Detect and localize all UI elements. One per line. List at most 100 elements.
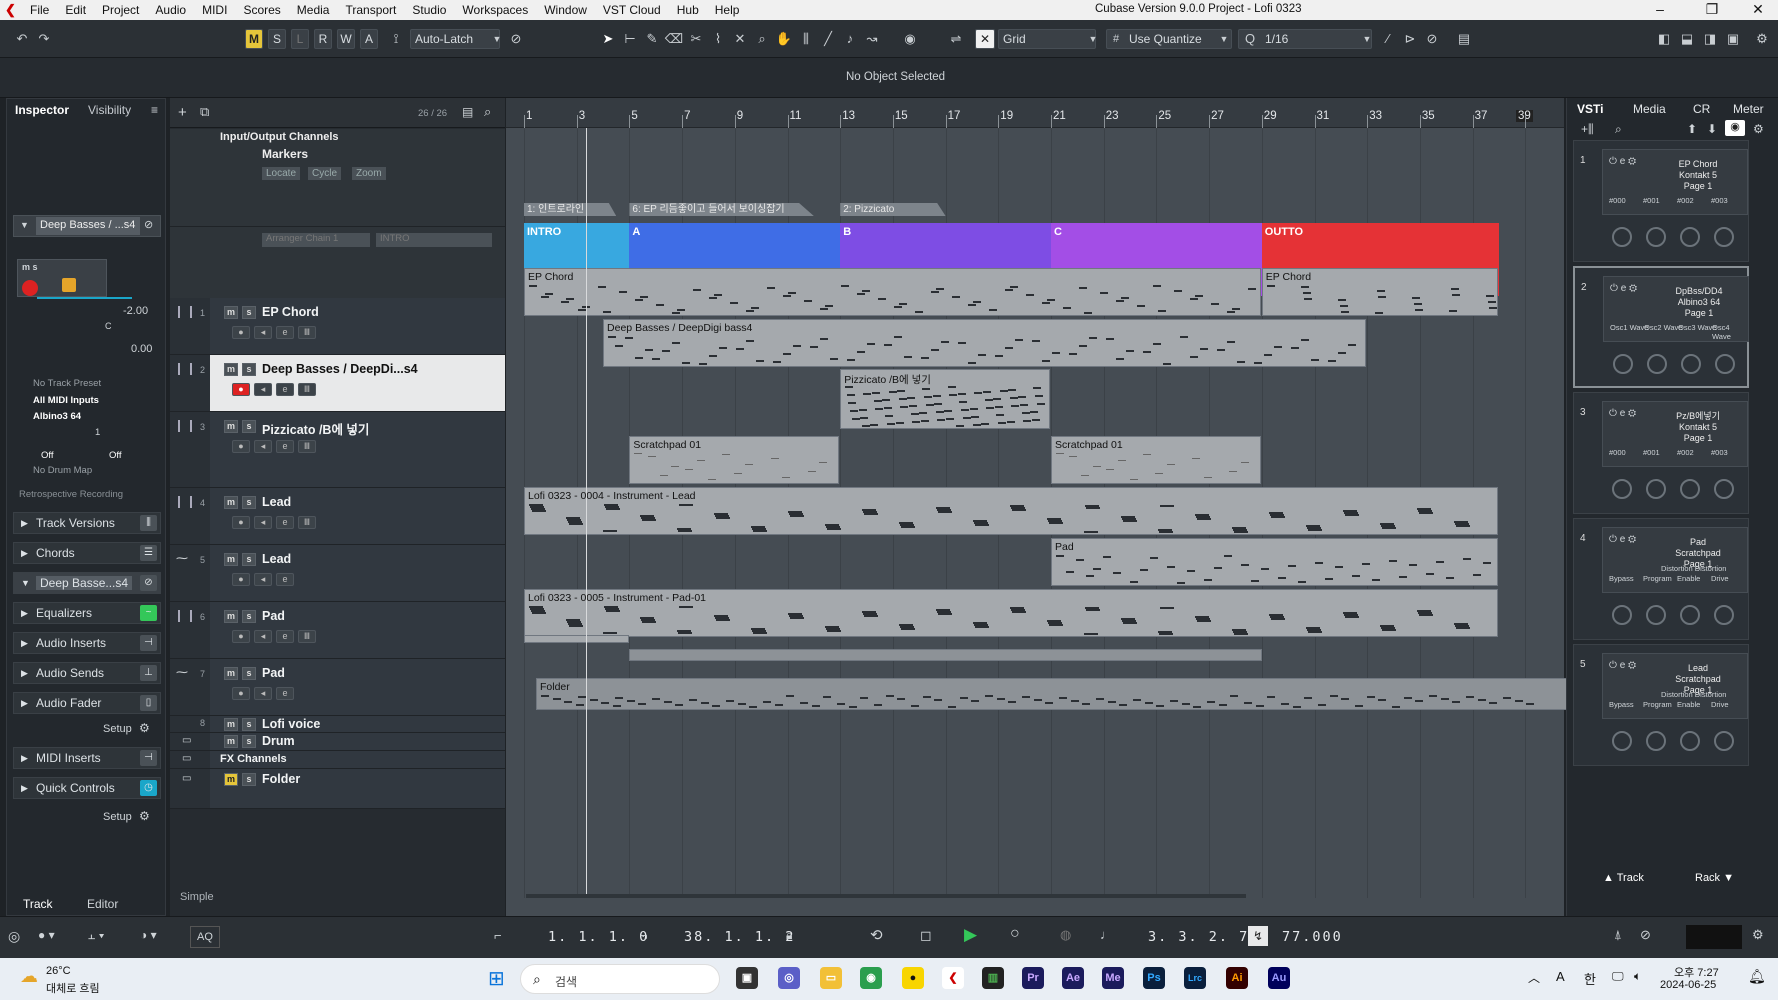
illustrator-icon[interactable]: Ai [1226, 967, 1248, 989]
drum-map[interactable]: No Drum Map [33, 465, 92, 476]
language-indicator[interactable]: 한 [1584, 969, 1596, 988]
search-icon[interactable]: ⌕ [484, 104, 491, 120]
tab-meter[interactable]: Meter [1733, 102, 1764, 116]
monitor-button[interactable] [62, 278, 76, 292]
menu-scores[interactable]: Scores [235, 3, 288, 17]
track-folder[interactable]: ▭ ms Folder [170, 769, 505, 809]
mute-button[interactable]: m s [22, 262, 38, 272]
tab-cr[interactable]: CR [1693, 102, 1710, 116]
cycle-icon[interactable]: ⟲ [870, 926, 883, 944]
menu-file[interactable]: File [22, 3, 57, 17]
track-drum-folder[interactable]: ▭ ms Drum [170, 733, 505, 751]
quick-control-knob[interactable] [1612, 479, 1632, 499]
record-mode-icon[interactable]: ● ▾ [38, 928, 55, 942]
quick-control-knob[interactable] [1613, 354, 1633, 374]
punch-icon[interactable]: ◑ ▾ [140, 928, 157, 942]
power-icon[interactable]: ⏻ e ⚙ [1610, 283, 1637, 294]
link-icon[interactable]: ⊘ [506, 29, 526, 49]
gear-icon[interactable]: ⚙ [1752, 29, 1772, 49]
read-button[interactable]: R [314, 29, 332, 49]
left-locator-icon[interactable]: ⌐ [494, 928, 502, 943]
zoom-tool-icon[interactable]: ⌕ [752, 29, 772, 49]
close-icon[interactable]: ✕ [1738, 1, 1778, 18]
menu-project[interactable]: Project [94, 3, 147, 17]
notification-icon[interactable]: 🔔︎ [1748, 968, 1766, 985]
auto-scroll-icon[interactable]: ⇌ [946, 29, 966, 49]
tuner-icon[interactable]: ⍋ [1614, 927, 1622, 943]
edit-button[interactable]: e [276, 630, 294, 643]
instrument-button[interactable]: Ⅲ [298, 440, 316, 453]
track-name[interactable]: Lofi voice [262, 717, 320, 731]
instrument-panel[interactable]: ⏻ e ⚙ Lead Scratchpad Page 1 Distortion Di… [1602, 653, 1748, 719]
tempo-track-icon[interactable]: ↯ [1248, 926, 1268, 946]
instrument-button[interactable]: Ⅲ [298, 326, 316, 339]
arranger-chain-select[interactable]: Arranger Chain 1 [262, 233, 370, 247]
pointer-tool-icon[interactable]: ➤ [598, 29, 618, 49]
edit-button[interactable]: e [276, 687, 294, 700]
edit-button[interactable]: e [276, 573, 294, 586]
lock-icon[interactable]: 🔒︎ [786, 928, 792, 943]
instrument-slot-2[interactable]: 2 ⏻ e ⚙ DpBss/DD4 Albino3 64 Page 1 Osc1 Wa… [1573, 266, 1749, 388]
chevron-up-icon[interactable]: ︿ [1528, 969, 1540, 986]
audition-icon[interactable]: Au [1268, 967, 1290, 989]
menu-vst-cloud[interactable]: VST Cloud [595, 3, 669, 17]
menu-icon[interactable]: ≡ [151, 103, 158, 117]
menu-edit[interactable]: Edit [57, 3, 94, 17]
record-enable-button[interactable] [22, 280, 38, 296]
quick-control-knob[interactable] [1714, 731, 1734, 751]
instrument-panel[interactable]: ⏻ e ⚙ Pad Scratchpad Page 1 Distortion Dis… [1602, 527, 1748, 593]
gear-icon[interactable]: ⚙ [1752, 927, 1764, 943]
track-lead-instrument[interactable]: 4 ms Lead ● ◂ e Ⅲ [170, 488, 505, 545]
retrospective-recording[interactable]: Retrospective Recording [19, 489, 123, 500]
part-lead2[interactable]: Scratchpad 01 [1051, 436, 1261, 484]
track-name[interactable]: Folder [262, 772, 300, 786]
marker-event[interactable]: 1: 인트로라인 [524, 203, 617, 216]
play-icon[interactable]: ▶ [964, 925, 977, 945]
left-locator-value[interactable]: 1. 1. 1. 0 [548, 929, 649, 945]
midi-input[interactable]: All MIDI Inputs [33, 395, 99, 406]
tab-visibility[interactable]: Visibility [88, 103, 131, 117]
instrument-slot-1[interactable]: 1 ⏻ e ⚙ EP Chord Kontakt 5 Page 1 #000 #001 #… [1573, 140, 1749, 262]
power-icon[interactable]: ⏻ e ⚙ [1609, 660, 1636, 671]
right-locator-value[interactable]: 38. 1. 1. 2 [684, 929, 795, 945]
track-pizzicato[interactable]: 3 ms Pizzicato /B에 넣기 ● ◂ e Ⅲ [170, 412, 505, 488]
up-icon[interactable]: ⬆ [1687, 122, 1697, 136]
marker-event[interactable]: 6: EP 리듬좋이고 들어서 보이싱잡기 [629, 203, 814, 216]
left-zone-icon[interactable]: ◧ [1654, 29, 1674, 49]
cubase-icon[interactable]: ❮ [942, 967, 964, 989]
tab-editor[interactable]: Editor [87, 897, 118, 911]
part-padaudio[interactable]: Lofi 0323 - 0005 - Instrument - Pad-01 [524, 589, 1498, 637]
track-name[interactable]: Drum [262, 734, 295, 748]
part-pizz[interactable]: Pizzicato /B에 넣기 [840, 369, 1050, 429]
quick-control-knob[interactable] [1680, 479, 1700, 499]
instrument-button[interactable]: Ⅲ [298, 383, 316, 396]
network-icon[interactable]: 🖵︎ [1612, 969, 1624, 984]
lightroom-icon[interactable]: Lrc [1184, 967, 1206, 989]
record-button[interactable]: ● [232, 630, 250, 643]
instrument-button[interactable]: Ⅲ [298, 516, 316, 529]
instrument-slot-5[interactable]: 5 ⏻ e ⚙ Lead Scratchpad Page 1 Distortion D… [1573, 644, 1749, 766]
media-encoder-icon[interactable]: Me [1102, 967, 1124, 989]
instrument-panel[interactable]: ⏻ e ⚙ DpBss/DD4 Albino3 64 Page 1 Osc1 Wav… [1603, 276, 1749, 342]
color-icon[interactable]: ◉ [900, 29, 920, 49]
visibility-icon[interactable]: ▤ [462, 105, 473, 119]
instrument-slot-4[interactable]: 4 ⏻ e ⚙ Pad Scratchpad Page 1 Distortion Di… [1573, 518, 1749, 640]
monitor-button[interactable]: ◂ [254, 516, 272, 529]
section-channel[interactable]: ▼ Deep Basse...s4 ⊘ [13, 572, 161, 594]
warp-tool-icon[interactable]: ↝ [862, 29, 882, 49]
locate-button[interactable]: Locate [262, 167, 301, 180]
instrument-panel[interactable]: ⏻ e ⚙ EP Chord Kontakt 5 Page 1 #000 #001 #0… [1602, 149, 1748, 215]
track-lead-audio[interactable]: ⁓ 5 ms Lead ● ◂ e [170, 545, 505, 602]
quick-control-knob[interactable] [1647, 354, 1667, 374]
weather-icon[interactable]: ☁ [20, 966, 38, 987]
track-name[interactable]: FX Channels [220, 753, 287, 765]
section-audio-sends[interactable]: ▶ Audio Sends ⊥ [13, 662, 161, 684]
instrument-panel[interactable]: ⏻ e ⚙ Pz/B에넣기 Kontakt 5 Page 1 #000 #001 #00… [1602, 401, 1748, 467]
mute-tool-icon[interactable]: ✕ [730, 29, 750, 49]
solo-button[interactable]: S [268, 29, 286, 49]
monitor-button[interactable]: ◂ [254, 573, 272, 586]
section-equalizers[interactable]: ▶ Equalizers ~ [13, 602, 161, 624]
edit-button[interactable]: e [276, 326, 294, 339]
track-deep-basses[interactable]: 2 ms Deep Basses / DeepDi...s4 ● ◂ e Ⅲ [170, 355, 505, 412]
edit-instrument-icon[interactable]: ⊘ [144, 218, 153, 231]
